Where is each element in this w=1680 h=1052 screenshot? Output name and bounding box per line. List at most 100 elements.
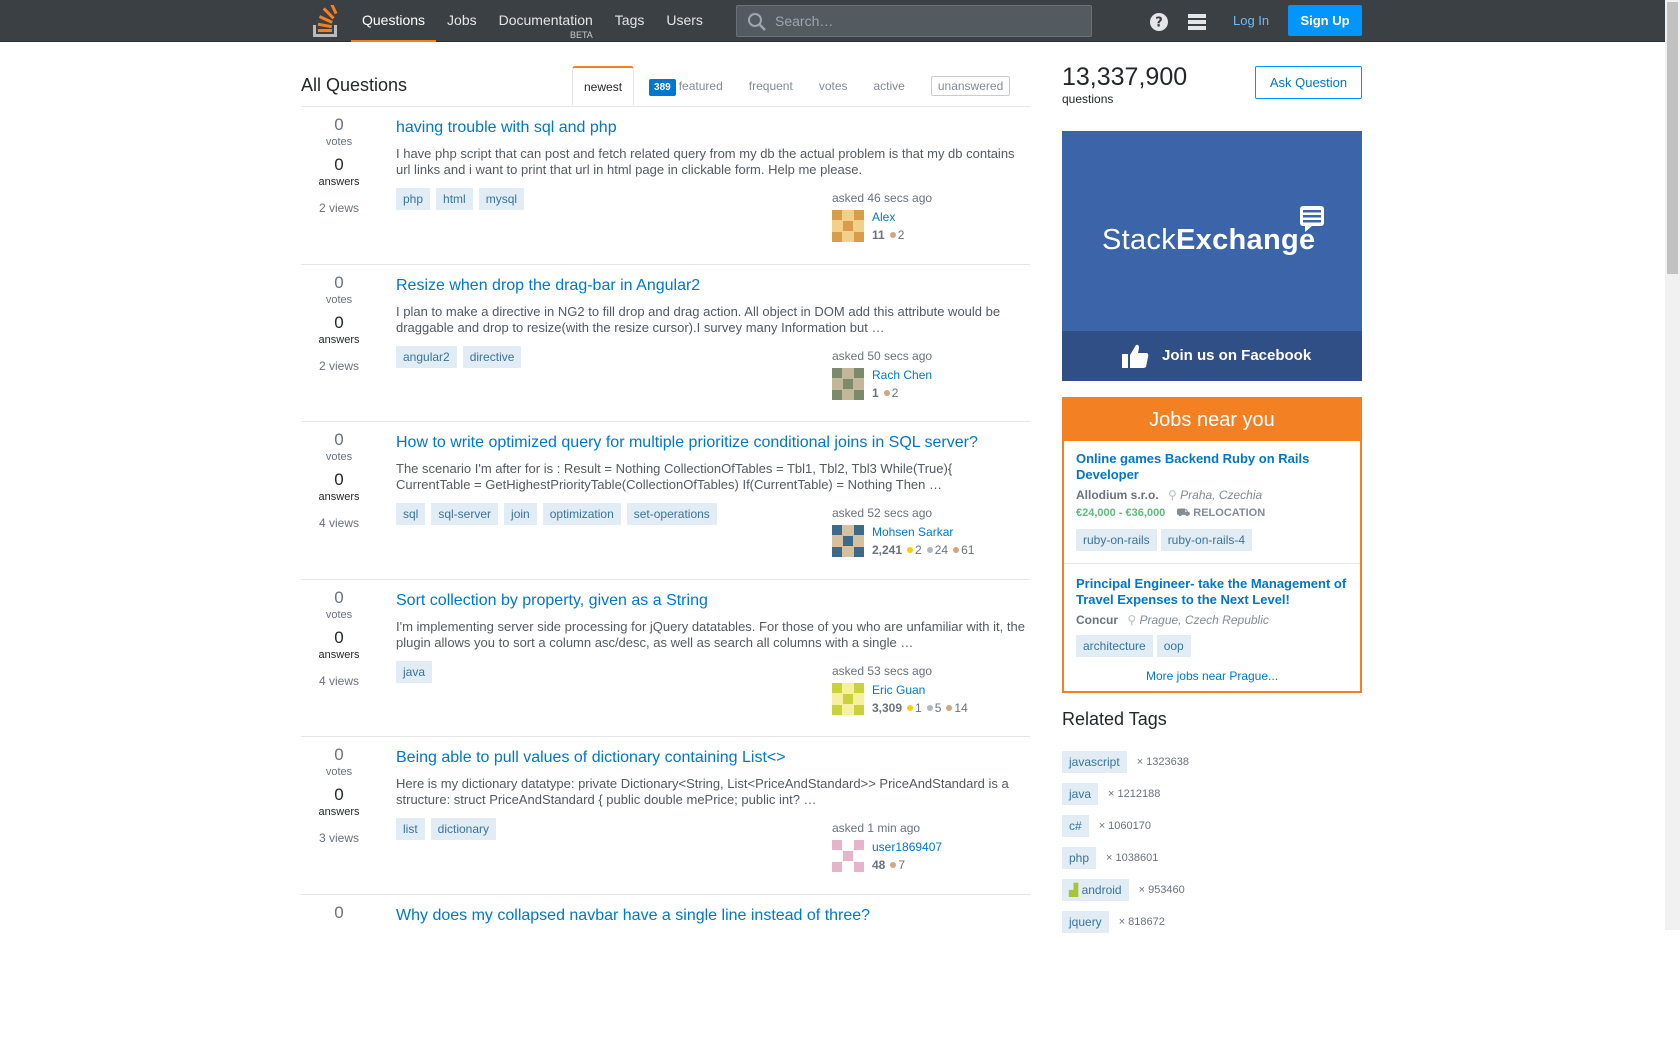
job-tag[interactable]: ruby-on-rails-4 <box>1161 529 1252 551</box>
related-tag[interactable]: ▟ android <box>1062 879 1129 901</box>
nav-users[interactable]: Users <box>655 0 714 42</box>
tab-unanswered[interactable]: unanswered <box>920 66 1021 106</box>
svg-text:?: ? <box>1155 16 1163 31</box>
facebook-cta[interactable]: Join us on Facebook <box>1062 331 1362 381</box>
job-title[interactable]: Principal Engineer- take the Management … <box>1076 576 1352 608</box>
related-tag[interactable]: javascript <box>1062 751 1127 773</box>
user-avatar[interactable] <box>832 210 864 242</box>
question-tag[interactable]: optimization <box>543 503 621 525</box>
tab-frequent[interactable]: frequent <box>738 66 804 106</box>
question-tags: list dictionary <box>396 818 502 840</box>
chat-bubble-icon <box>1300 206 1324 232</box>
user-reputation: 112 <box>872 228 904 242</box>
question-title-link[interactable]: having trouble with sql and php <box>396 119 617 137</box>
user-avatar[interactable] <box>832 840 864 872</box>
question-excerpt: I plan to make a directive in NG2 to fil… <box>396 304 1028 336</box>
search-input[interactable] <box>775 6 1075 36</box>
job-title[interactable]: Online games Backend Ruby on Rails Devel… <box>1076 451 1352 483</box>
job-meta: Allodium s.r.o. ⚲ Praha, Czechia <box>1076 488 1352 502</box>
question-title-link[interactable]: How to write optimized query for multipl… <box>396 434 978 452</box>
question-tag[interactable]: sql-server <box>431 503 498 525</box>
user-name-link[interactable]: Rach Chen <box>872 368 932 382</box>
related-tag[interactable]: java <box>1062 783 1098 805</box>
related-tag-count: × 1323638 <box>1137 756 1189 768</box>
question-tag[interactable]: list <box>396 818 425 840</box>
question-excerpt: Here is my dictionary datatype: private … <box>396 776 1028 808</box>
question-tag[interactable]: set-operations <box>627 503 717 525</box>
gold-badge-icon <box>907 705 913 711</box>
nav-questions[interactable]: Questions <box>351 0 436 42</box>
jobs-near-you: Jobs near you Online games Backend Ruby … <box>1062 397 1362 693</box>
android-icon: ▟ <box>1069 883 1082 897</box>
scrollbar-thumb[interactable] <box>1667 2 1678 274</box>
nav-documentation[interactable]: DocumentationBETA <box>488 0 604 42</box>
job-salary: €24,000 - €36,000 <box>1076 507 1165 519</box>
more-jobs-link[interactable]: More jobs near Prague... <box>1064 669 1360 683</box>
page-scrollbar[interactable] <box>1665 0 1680 930</box>
tab-featured[interactable]: 389featured <box>638 66 734 106</box>
question-tags: sql sql-server join optimization set-operati… <box>396 503 723 525</box>
help-icon[interactable]: ? <box>1149 12 1169 32</box>
tab-newest[interactable]: newest <box>572 66 634 106</box>
answer-count: 0answers <box>301 785 377 819</box>
user-name-link[interactable]: Eric Guan <box>872 683 925 697</box>
related-tag-row: ▟ android× 953460 <box>1062 874 1189 906</box>
site-switcher-icon[interactable] <box>1187 12 1207 32</box>
question-tag[interactable]: php <box>396 188 430 210</box>
tab-active[interactable]: active <box>863 66 916 106</box>
main-nav: Questions Jobs DocumentationBETA Tags Us… <box>351 0 714 42</box>
truck-icon: ⛟ <box>1176 507 1193 519</box>
question-tag[interactable]: join <box>504 503 537 525</box>
jobs-heading: Jobs near you <box>1064 399 1360 441</box>
question-tag[interactable]: html <box>436 188 473 210</box>
user-name-link[interactable]: Alex <box>872 210 895 224</box>
question-excerpt: I have php script that can post and fetc… <box>396 146 1028 178</box>
top-bar: Questions Jobs DocumentationBETA Tags Us… <box>0 0 1665 42</box>
user-reputation: 487 <box>872 858 905 872</box>
job-tags: ruby-on-railsruby-on-rails-4 <box>1076 529 1352 551</box>
question-title-link[interactable]: Why does my collapsed navbar have a sing… <box>396 907 870 925</box>
question-tag[interactable]: sql <box>396 503 425 525</box>
related-tag-row: c#× 1060170 <box>1062 810 1189 842</box>
stackexchange-ad[interactable]: StackExchange Join us on Facebook <box>1062 131 1362 381</box>
job-company: Allodium s.r.o. <box>1076 488 1159 502</box>
user-avatar[interactable] <box>832 525 864 557</box>
question-title-link[interactable]: Resize when drop the drag-bar in Angular… <box>396 277 700 295</box>
job-tag[interactable]: oop <box>1157 635 1191 657</box>
user-name-link[interactable]: Mohsen Sarkar <box>872 525 953 539</box>
signup-button[interactable]: Sign Up <box>1288 5 1362 36</box>
reputation-score: 3,309 <box>872 701 902 715</box>
tab-votes[interactable]: votes <box>808 66 859 106</box>
question-tag[interactable]: angular2 <box>396 346 457 368</box>
user-avatar[interactable] <box>832 368 864 400</box>
asked-time: asked 1 min ago <box>832 821 1022 835</box>
user-avatar[interactable] <box>832 683 864 715</box>
question-owner: asked 50 secs ago Rach Chen 12 <box>832 349 1022 363</box>
stackoverflow-logo-icon[interactable] <box>311 5 341 37</box>
badge-count: 61 <box>961 543 974 557</box>
job-tag[interactable]: ruby-on-rails <box>1076 529 1157 551</box>
job-tag[interactable]: architecture <box>1076 635 1153 657</box>
question-title-link[interactable]: Being able to pull values of dictionary … <box>396 749 786 767</box>
silver-badge-icon <box>927 705 933 711</box>
question-tag[interactable]: directive <box>463 346 522 368</box>
question-tag[interactable]: dictionary <box>431 818 496 840</box>
user-reputation: 12 <box>872 386 898 400</box>
nav-tags[interactable]: Tags <box>604 0 656 42</box>
question-title-link[interactable]: Sort collection by property, given as a … <box>396 592 708 610</box>
user-name-link[interactable]: user1869407 <box>872 840 942 854</box>
view-count: 4 views <box>301 674 377 688</box>
job-company: Concur <box>1076 613 1118 627</box>
nav-jobs[interactable]: Jobs <box>436 0 488 42</box>
facebook-cta-label: Join us on Facebook <box>1162 347 1311 364</box>
ask-question-button[interactable]: Ask Question <box>1255 66 1362 99</box>
question-count: 13,337,900 <box>1062 63 1187 92</box>
question-tag[interactable]: mysql <box>479 188 524 210</box>
login-link[interactable]: Log In <box>1233 13 1269 28</box>
reputation-score: 1 <box>872 386 879 400</box>
related-tag[interactable]: c# <box>1062 815 1089 837</box>
user-reputation: 2,24122461 <box>872 543 974 557</box>
related-tag[interactable]: php <box>1062 847 1096 869</box>
question-summary: 0votes 0answers 3 views Being able to pu… <box>301 737 1030 895</box>
question-tag[interactable]: java <box>396 661 432 683</box>
